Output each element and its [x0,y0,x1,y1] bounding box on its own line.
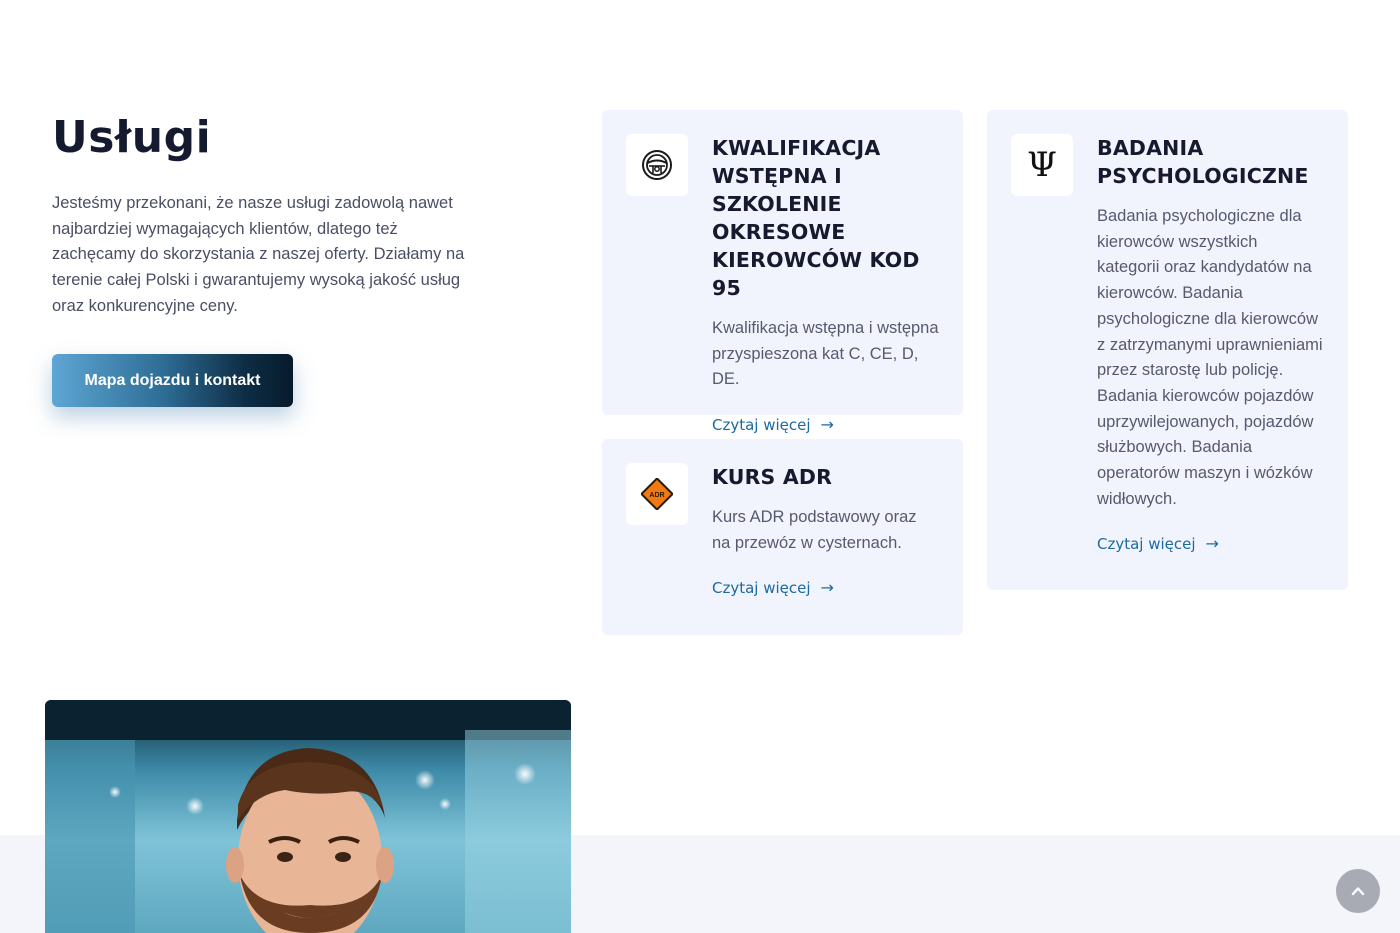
intro-description: Jesteśmy przekonani, że nasze usługi zad… [52,194,465,315]
chevron-up-icon [1351,887,1365,896]
adr-icon-text: ADR [649,492,664,499]
service-card-psychology: Ψ BADANIA PSYCHOLOGICZNE Badania psychol… [987,110,1348,590]
steering-wheel-icon [626,134,688,196]
read-more-link[interactable]: Czytaj więcej → [712,415,834,434]
service-card-qualification: KWALIFIKACJA WSTĘPNA I SZKOLENIE OKRESOW… [602,110,963,434]
service-title: BADANIA PSYCHOLOGICZNE [1097,136,1309,188]
map-contact-button[interactable]: Mapa dojazdu i kontakt [52,354,293,407]
arrow-right-icon: → [1205,534,1219,554]
read-more-label: Czytaj więcej [712,415,811,434]
psi-icon: Ψ [1011,134,1073,196]
arrow-right-icon: → [820,578,834,598]
read-more-label: Czytaj więcej [1097,534,1196,553]
adr-hazard-sign-icon: ADR [626,463,688,525]
page-title: Usługi [52,112,212,163]
scroll-to-top-button[interactable] [1336,869,1380,913]
services-intro: Usługi Jesteśmy przekonani, że nasze usł… [52,112,482,320]
read-more-link[interactable]: Czytaj więcej → [712,578,834,597]
read-more-label: Czytaj więcej [712,578,811,597]
read-more-link[interactable]: Czytaj więcej → [1097,534,1219,553]
service-card-adr: ADR KURS ADR Kurs ADR podstawowy oraz na… [602,439,963,635]
service-description: Kurs ADR podstawowy oraz na przewóz w cy… [712,508,917,552]
arrow-right-icon: → [820,415,834,435]
service-description: Kwalifikacja wstępna i wstępna przyspies… [712,319,939,389]
portrait-photo [45,700,571,933]
service-title: KURS ADR [712,465,833,489]
service-title: KWALIFIKACJA WSTĘPNA I SZKOLENIE OKRESOW… [712,136,920,300]
service-description: Badania psychologiczne dla kierowców wsz… [1097,207,1323,508]
